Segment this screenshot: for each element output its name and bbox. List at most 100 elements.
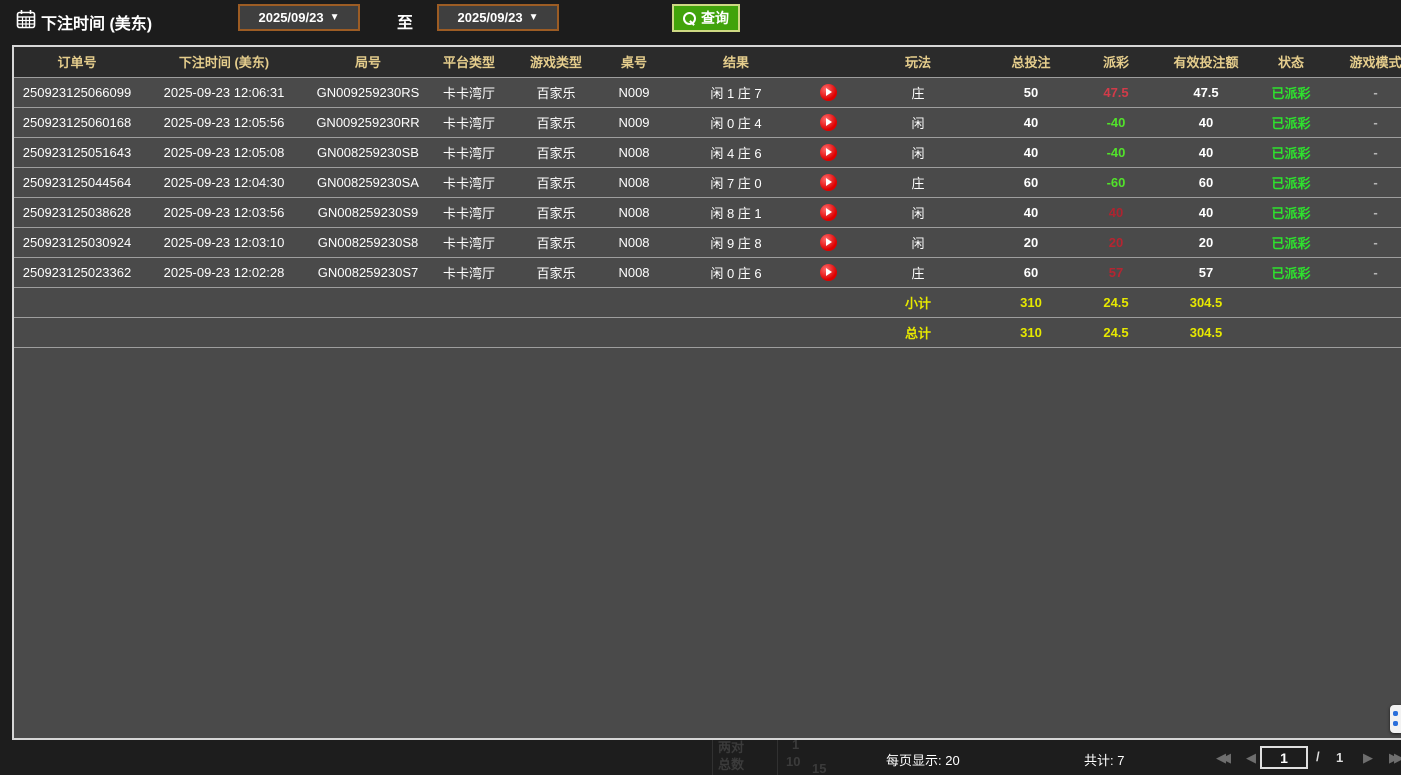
cell-bet-time: 2025-09-23 12:05:56 — [140, 107, 308, 137]
cell-replay — [806, 107, 850, 137]
filter-label: 下注时间 (美东) — [41, 10, 152, 34]
cell-payout: 20 — [1076, 227, 1156, 257]
play-triangle-icon — [826, 148, 832, 156]
header-play: 玩法 — [850, 47, 986, 77]
widget-dot-icon — [1393, 711, 1398, 716]
ghost-text: 10 — [786, 754, 800, 769]
date-from-value: 2025/09/23 — [259, 10, 324, 25]
grand-total-label: 总计 — [850, 317, 986, 347]
cell-result: 闲 0 庄 4 — [666, 107, 806, 137]
cell-bet-time: 2025-09-23 12:03:10 — [140, 227, 308, 257]
cell-total-bet: 40 — [986, 197, 1076, 227]
cell-game-no: GN008259230S7 — [308, 257, 428, 287]
caret-down-icon: ▼ — [330, 12, 340, 23]
header-replay — [806, 47, 850, 77]
cell-status: 已派彩 — [1256, 257, 1326, 287]
table-row: 2509231250233622025-09-23 12:02:28GN0082… — [14, 257, 1401, 287]
cell-table-no: N009 — [602, 77, 666, 107]
subtotal-spacer — [14, 287, 850, 317]
replay-play-icon[interactable] — [820, 114, 837, 131]
cell-payout: -60 — [1076, 167, 1156, 197]
cell-game-type: 百家乐 — [510, 227, 602, 257]
header-platform: 平台类型 — [428, 47, 510, 77]
cell-result: 闲 4 庄 6 — [666, 137, 806, 167]
cell-play: 闲 — [850, 137, 986, 167]
cell-play: 庄 — [850, 77, 986, 107]
play-triangle-icon — [826, 238, 832, 246]
page-number-input[interactable] — [1260, 746, 1308, 769]
next-page-button[interactable]: ▶ — [1363, 750, 1373, 766]
ghost-text: 1 — [792, 737, 799, 752]
cell-game-no: GN009259230RR — [308, 107, 428, 137]
cell-valid-bet: 47.5 — [1156, 77, 1256, 107]
cell-order-id: 250923125023362 — [14, 257, 140, 287]
cell-status: 已派彩 — [1256, 197, 1326, 227]
cell-total-bet: 20 — [986, 227, 1076, 257]
cell-status: 已派彩 — [1256, 137, 1326, 167]
cell-play: 闲 — [850, 107, 986, 137]
cell-table-no: N008 — [602, 137, 666, 167]
page-size-label: 每页显示: 20 — [886, 750, 960, 769]
cell-bet-time: 2025-09-23 12:06:31 — [140, 77, 308, 107]
records-table-container: 订单号 下注时间 (美东) 局号 平台类型 游戏类型 桌号 结果 玩法 总投注 … — [12, 45, 1401, 740]
to-label: 至 — [397, 9, 413, 33]
cell-valid-bet: 40 — [1156, 197, 1256, 227]
cell-play: 闲 — [850, 197, 986, 227]
cell-play: 闲 — [850, 227, 986, 257]
pagination-bar: 两对 1 总数 10 15 每页显示: 20 共计: 7 ◀◀ ◀ / 1 ▶ … — [0, 740, 1401, 775]
cell-result: 闲 0 庄 6 — [666, 257, 806, 287]
cell-game-no: GN008259230S8 — [308, 227, 428, 257]
records-table: 订单号 下注时间 (美东) 局号 平台类型 游戏类型 桌号 结果 玩法 总投注 … — [14, 47, 1401, 348]
play-triangle-icon — [826, 88, 832, 96]
ghost-text: 15 — [812, 761, 826, 775]
replay-play-icon[interactable] — [820, 144, 837, 161]
grand-total-mode-empty — [1326, 317, 1401, 347]
replay-play-icon[interactable] — [820, 234, 837, 251]
subtotal-total-bet: 310 — [986, 287, 1076, 317]
cell-valid-bet: 60 — [1156, 167, 1256, 197]
replay-play-icon[interactable] — [820, 174, 837, 191]
first-page-button[interactable]: ◀◀ — [1216, 750, 1226, 766]
cell-bet-time: 2025-09-23 12:02:28 — [140, 257, 308, 287]
total-pages-label: 1 — [1336, 750, 1343, 765]
play-triangle-icon — [826, 268, 832, 276]
subtotal-status-empty — [1256, 287, 1326, 317]
header-game-mode: 游戏模式 — [1326, 47, 1401, 77]
date-from-select[interactable]: 2025/09/23 ▼ — [238, 4, 360, 31]
cell-total-bet: 60 — [986, 257, 1076, 287]
header-valid-bet: 有效投注额 — [1156, 47, 1256, 77]
prev-page-button[interactable]: ◀ — [1246, 750, 1256, 766]
cell-payout: 40 — [1076, 197, 1156, 227]
cell-platform: 卡卡湾厅 — [428, 197, 510, 227]
table-row: 2509231250601682025-09-23 12:05:56GN0092… — [14, 107, 1401, 137]
cell-status: 已派彩 — [1256, 227, 1326, 257]
last-page-button[interactable]: ▶▶ — [1389, 750, 1399, 766]
cell-table-no: N008 — [602, 257, 666, 287]
cell-table-no: N008 — [602, 227, 666, 257]
cell-platform: 卡卡湾厅 — [428, 137, 510, 167]
floating-widget[interactable] — [1390, 705, 1401, 733]
table-row: 2509231250516432025-09-23 12:05:08GN0082… — [14, 137, 1401, 167]
ghost-text: 两对 — [718, 737, 744, 756]
cell-replay — [806, 167, 850, 197]
cell-bet-time: 2025-09-23 12:04:30 — [140, 167, 308, 197]
replay-play-icon[interactable] — [820, 204, 837, 221]
header-status: 状态 — [1256, 47, 1326, 77]
header-table-no: 桌号 — [602, 47, 666, 77]
header-order-id: 订单号 — [14, 47, 140, 77]
search-button[interactable]: 查询 — [672, 4, 740, 32]
grand-total-payout: 24.5 — [1076, 317, 1156, 347]
cell-order-id: 250923125051643 — [14, 137, 140, 167]
cell-mode: - — [1326, 167, 1401, 197]
cell-table-no: N008 — [602, 167, 666, 197]
cell-total-bet: 60 — [986, 167, 1076, 197]
date-to-select[interactable]: 2025/09/23 ▼ — [437, 4, 559, 31]
grand-total-total-bet: 310 — [986, 317, 1076, 347]
replay-play-icon[interactable] — [820, 84, 837, 101]
cell-total-bet: 40 — [986, 137, 1076, 167]
cell-game-no: GN009259230RS — [308, 77, 428, 107]
cell-bet-time: 2025-09-23 12:05:08 — [140, 137, 308, 167]
cell-mode: - — [1326, 77, 1401, 107]
replay-play-icon[interactable] — [820, 264, 837, 281]
calendar-icon — [16, 9, 36, 29]
